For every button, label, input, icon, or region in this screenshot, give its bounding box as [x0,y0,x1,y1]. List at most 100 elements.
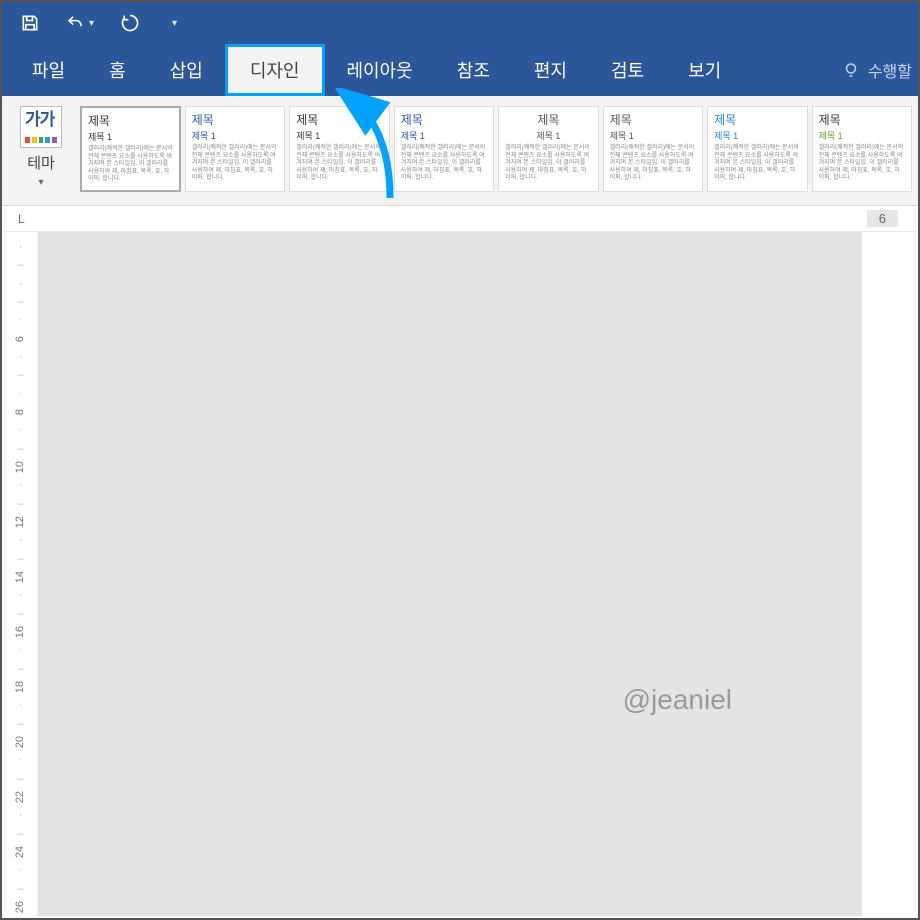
vertical-ruler[interactable]: ·–·–·6·–·8·–10·–12·–14·–16·–18·–20·–22·–… [4,232,38,916]
ruler-tick-mark: – [17,440,23,458]
ruler-tick-mark: · [19,586,23,604]
save-button[interactable] [16,9,44,37]
repeat-button[interactable] [116,9,144,37]
ruler-tick-mark: · [19,806,23,824]
tab-mailings[interactable]: 편지 [512,44,589,96]
style-preset[interactable]: 제목제목 1 갤러리(쾌적한 갤러리)에는 문서의 전체 콘텐츠 요소를 사용하도… [289,106,389,192]
tell-me[interactable]: 수행할 [826,44,918,96]
style-preset-body: 갤러리(쾌적한 갤러리)에는 문서의 전체 콘텐츠 요소를 사용하도록 여겨지며… [505,145,591,183]
ruler-tick-mark: – [17,770,23,788]
document-area: L 6 ·–·–·6·–·8·–10·–12·–14·–16·–18·–20·–… [4,208,916,916]
style-preset-title: 제목 [401,113,487,128]
ruler-tick-mark: · [19,238,23,256]
watermark-text: @jeaniel [623,684,732,716]
ruler-tick-mark: · [19,531,23,549]
tab-home[interactable]: 홈 [87,44,148,96]
tell-me-label: 수행할 [868,58,912,82]
theme-color-swatch [25,137,30,143]
style-preset[interactable]: 제목제목 1갤러리(쾌적한 갤러리)에는 문서의 전체 콘텐츠 요소를 사용하도… [394,106,494,192]
style-preset-title: 제목 [88,114,173,129]
ruler-tick-mark: · [19,421,23,439]
ruler-tick-mark: · [19,476,23,494]
theme-color-swatch [39,137,44,143]
qat-customize-dropdown[interactable]: ▾ [172,18,177,29]
themes-button[interactable]: 가가 테마 ▾ [12,106,70,188]
style-preset-subtitle: 제목 1 [610,131,696,142]
ruler-tick-mark: – [17,715,23,733]
style-preset-body: 갤러리(쾌적한 갤러리)에는 문서의 전체 콘텐츠 요소를 사용하도록 여겨지며… [296,145,382,183]
right-margin [862,232,916,916]
style-preset[interactable]: 제목제목 1 갤러리(쾌적한 갤러리)에는 문서의 전체 콘텐츠 요소를 사용하도… [603,106,703,192]
style-preset[interactable]: 제목제목 1 갤러리(쾌적한 갤러리)에는 문서의 전체 콘텐츠 요소를 사용하도… [498,106,598,192]
document-formatting-gallery[interactable]: 제목제목 1 갤러리(쾌적한 갤러리)에는 문서의 전체 콘텐츠 요소를 사용하도… [80,106,912,192]
tab-design-label: 디자인 [228,47,322,93]
repeat-icon [120,13,140,33]
theme-color-swatch [45,137,50,143]
ruler-tick-mark: · [19,861,23,879]
style-preset-subtitle: 제목 1 [192,131,278,142]
tab-references[interactable]: 참조 [435,44,512,96]
ruler-tick-number: 16 [11,626,29,638]
ruler-tick-mark: · [19,751,23,769]
tab-insert[interactable]: 삽입 [148,44,225,96]
ruler-corner: L [18,212,25,226]
ruler-right-number: 6 [867,210,898,227]
ruler-tick-mark: – [17,366,23,384]
style-preset-title: 제목 [505,113,591,128]
ruler-tick-number: 24 [11,846,29,858]
tab-design[interactable]: 디자인 [225,44,325,96]
style-preset[interactable]: 제목제목 1갤러리(쾌적한 갤러리)에는 문서의 전체 콘텐츠 요소를 사용하도… [707,106,807,192]
style-preset[interactable]: 제목제목 1 갤러리(쾌적한 갤러리)에는 문서의 전체 콘텐츠 요소를 사용하도… [185,106,285,192]
ruler-tick-mark: – [17,550,23,568]
undo-icon [66,13,85,33]
themes-thumbnail: 가가 [20,106,62,148]
style-preset-subtitle: 제목 1 [505,131,591,142]
style-preset-body: 갤러리(쾌적한 갤러리)에는 문서의 전체 콘텐츠 요소를 사용하도록 여겨지며… [819,145,905,183]
tab-view[interactable]: 보기 [666,44,743,96]
ruler-tick-mark: – [17,825,23,843]
ribbon-tabs: 파일 홈 삽입 디자인 레이아웃 참조 편지 검토 보기 수행할 [2,44,918,96]
tab-review[interactable]: 검토 [589,44,666,96]
style-preset[interactable]: 제목제목 1갤러리(쾌적한 갤러리)에는 문서의 전체 콘텐츠 요소를 사용하도… [80,106,181,192]
style-preset-title: 제목 [610,113,696,128]
save-icon [20,13,40,33]
quick-access-toolbar: ▾ ▾ [2,2,918,44]
lightbulb-icon [842,61,860,79]
ruler-tick-number: 12 [11,516,29,528]
style-preset-title: 제목 [714,113,800,128]
tab-file[interactable]: 파일 [10,44,87,96]
style-preset-title: 제목 [192,113,278,128]
ruler-tick-number: 14 [11,571,29,583]
ruler-tick-mark: – [17,256,23,274]
ruler-tick-mark: – [17,495,23,513]
undo-button[interactable]: ▾ [66,9,94,37]
style-preset-subtitle: 제목 1 [88,132,173,143]
style-preset[interactable]: 제목제목 1 갤러리(쾌적한 갤러리)에는 문서의 전체 콘텐츠 요소를 사용하도… [812,106,912,192]
themes-thumb-text: 가가 [25,111,57,128]
tab-layout[interactable]: 레이아웃 [325,44,435,96]
style-preset-body: 갤러리(쾌적한 갤러리)에는 문서의 전체 콘텐츠 요소를 사용하도록 여겨지며… [192,145,278,183]
style-preset-body: 갤러리(쾌적한 갤러리)에는 문서의 전체 콘텐츠 요소를 사용하도록 여겨지며… [610,145,696,183]
app-frame: ▾ ▾ 파일 홈 삽입 디자인 레이아웃 참조 편지 검토 보기 수행할 가가 [0,0,920,920]
ruler-tick-number: 20 [11,736,29,748]
ruler-tick-number: 26 [11,901,29,913]
page-canvas[interactable]: @jeaniel [38,232,862,916]
ruler-tick-number: 22 [11,791,29,803]
ruler-tick-number: 6 [11,336,29,342]
style-preset-title: 제목 [819,113,905,128]
style-preset-title: 제목 [296,113,382,128]
themes-dropdown-icon[interactable]: ▾ [38,177,43,188]
themes-label: 테마 [27,152,55,173]
style-preset-body: 갤러리(쾌적한 갤러리)에는 문서의 전체 콘텐츠 요소를 사용하도록 여겨지며… [401,145,487,183]
horizontal-ruler[interactable]: L 6 [4,208,916,232]
themes-color-bars [25,137,57,143]
ribbon-content: 가가 테마 ▾ 제목제목 1 갤러리(쾌적한 갤러리)에는 문서의 전체 콘텐츠 … [2,96,918,206]
undo-dropdown-icon[interactable]: ▾ [89,18,94,29]
ruler-tick-mark: · [19,696,23,714]
style-preset-subtitle: 제목 1 [296,131,382,142]
ruler-tick-mark: · [19,641,23,659]
ruler-tick-mark: – [17,879,23,897]
tab-design-highlight: 디자인 [225,44,325,96]
style-preset-subtitle: 제목 1 [819,131,905,142]
ruler-tick-mark: · [19,385,23,403]
